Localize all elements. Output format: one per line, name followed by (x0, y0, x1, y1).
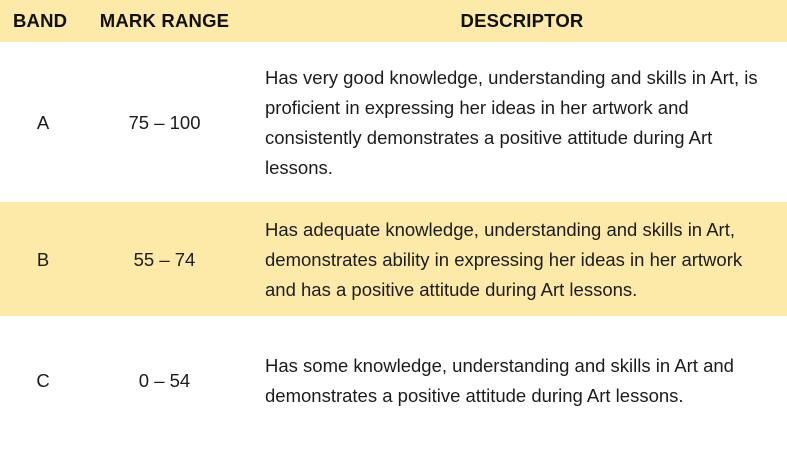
band-cell: A (36, 112, 50, 133)
header-band: BAND (13, 10, 68, 31)
header-descriptor: DESCRIPTOR (460, 10, 584, 31)
grading-bands-table: BAND MARK RANGE DESCRIPTOR A 75 – 100 Ha… (0, 0, 787, 453)
descriptor-cell: Has very good knowledge, understanding a… (265, 67, 758, 178)
mark-range-cell: 75 – 100 (128, 112, 201, 133)
table-row: A 75 – 100 Has very good knowledge, unde… (0, 42, 787, 202)
table-header: BAND MARK RANGE DESCRIPTOR (0, 0, 787, 42)
table-body: A 75 – 100 Has very good knowledge, unde… (0, 42, 787, 453)
header-row: BAND MARK RANGE DESCRIPTOR (0, 0, 787, 42)
header-mark-range: MARK RANGE (99, 10, 230, 31)
descriptor-cell: Has adequate knowledge, understanding an… (265, 219, 743, 300)
band-cell: C (36, 369, 50, 391)
table-row: B 55 – 74 Has adequate knowledge, unders… (0, 202, 787, 316)
table-row: C 0 – 54 Has some knowledge, understandi… (0, 316, 787, 453)
mark-range-cell: 0 – 54 (138, 369, 191, 391)
mark-range-cell: 55 – 74 (133, 249, 196, 270)
descriptor-cell: Has some knowledge, understanding and sk… (265, 354, 734, 406)
band-cell: B (36, 249, 50, 270)
